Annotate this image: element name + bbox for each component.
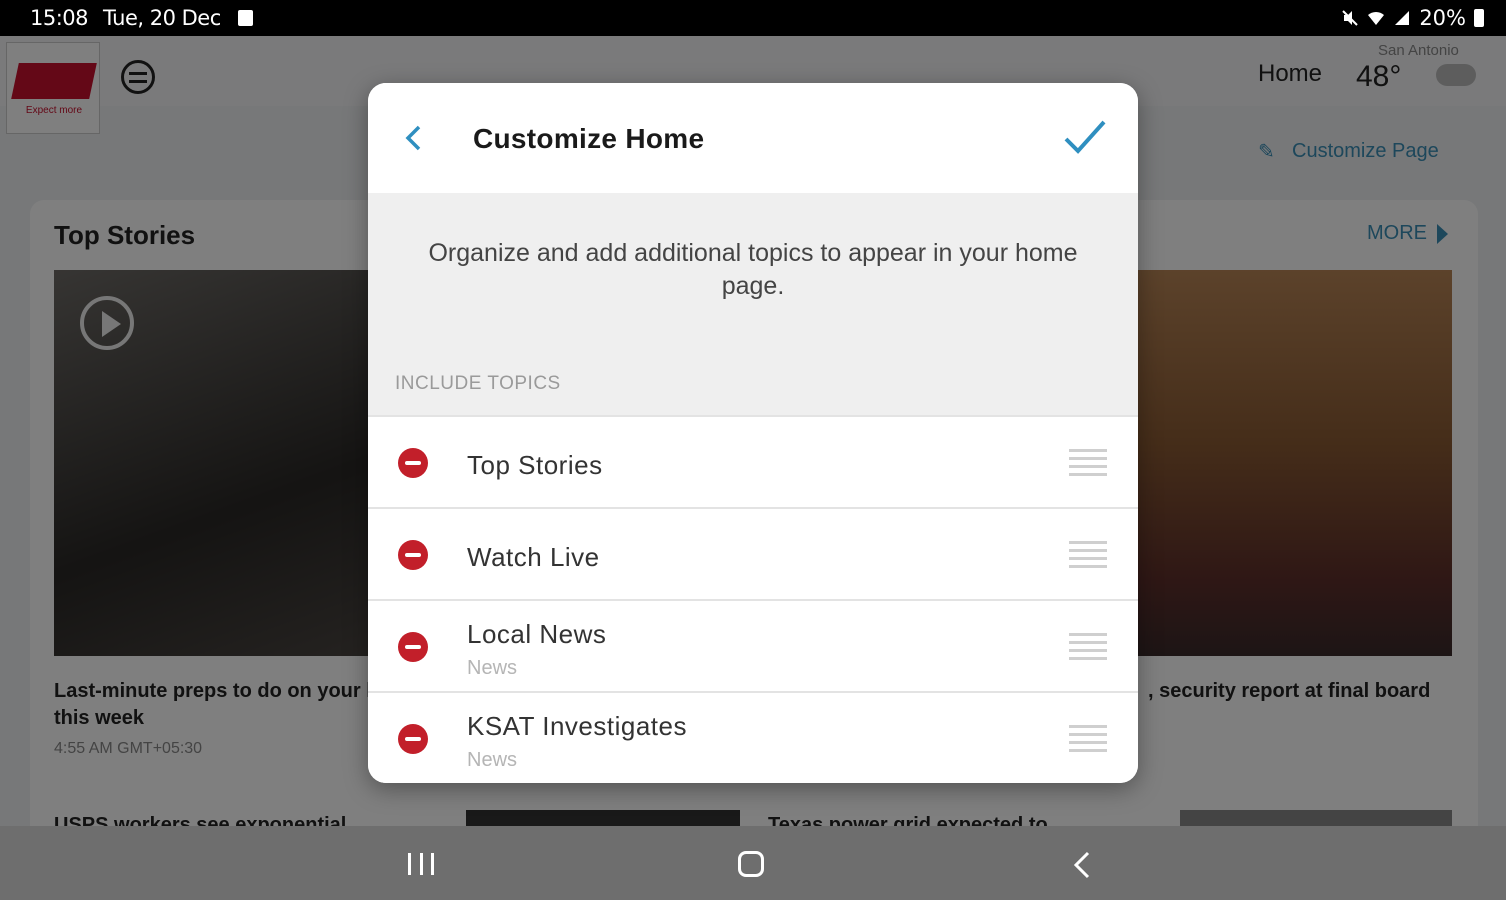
dialog-description: Organize and add additional topics to ap… <box>428 239 1078 300</box>
topic-list: Top Stories Watch Live Local News News K… <box>368 415 1138 783</box>
battery-percent: 20% <box>1419 6 1466 30</box>
status-bar: 15:08 Tue, 20 Dec 20% <box>0 0 1506 36</box>
topic-name: KSAT Investigates <box>467 711 687 741</box>
back-icon[interactable] <box>404 125 422 151</box>
description-area: Organize and add additional topics to ap… <box>368 193 1138 415</box>
drag-handle-icon[interactable] <box>1069 541 1107 569</box>
back-nav-icon[interactable] <box>1072 850 1092 880</box>
topic-row[interactable]: Watch Live <box>368 507 1138 599</box>
topic-name: Watch Live <box>467 542 600 572</box>
remove-icon[interactable] <box>398 540 428 570</box>
battery-icon <box>1474 9 1484 27</box>
remove-icon[interactable] <box>398 448 428 478</box>
customize-home-dialog: Customize Home Organize and add addition… <box>368 83 1138 783</box>
topic-category: News <box>467 749 518 771</box>
dialog-header: Customize Home <box>368 83 1138 193</box>
notification-icon <box>238 10 253 26</box>
drag-handle-icon[interactable] <box>1069 725 1107 753</box>
remove-icon[interactable] <box>398 724 428 754</box>
topic-category: News <box>467 657 518 679</box>
remove-icon[interactable] <box>398 632 428 662</box>
status-time: 15:08 <box>30 6 89 30</box>
drag-handle-icon[interactable] <box>1069 633 1107 661</box>
dialog-title: Customize Home <box>473 123 705 154</box>
wifi-icon <box>1368 11 1385 25</box>
topic-row[interactable]: Top Stories <box>368 415 1138 507</box>
mute-icon <box>1342 10 1359 26</box>
status-right: 20% <box>1341 6 1484 30</box>
topic-row[interactable]: KSAT Investigates News <box>368 691 1138 783</box>
drag-handle-icon[interactable] <box>1069 449 1107 477</box>
check-icon[interactable] <box>1064 119 1106 155</box>
section-label: INCLUDE TOPICS <box>395 373 561 394</box>
recents-icon[interactable] <box>408 853 434 875</box>
topic-row[interactable]: Local News News <box>368 599 1138 691</box>
signal-icon <box>1395 11 1410 25</box>
topic-name: Top Stories <box>467 450 603 480</box>
topic-name: Local News <box>467 619 607 649</box>
home-icon[interactable] <box>738 851 764 877</box>
status-date: Tue, 20 Dec <box>103 6 221 30</box>
system-nav-bar <box>0 826 1506 900</box>
